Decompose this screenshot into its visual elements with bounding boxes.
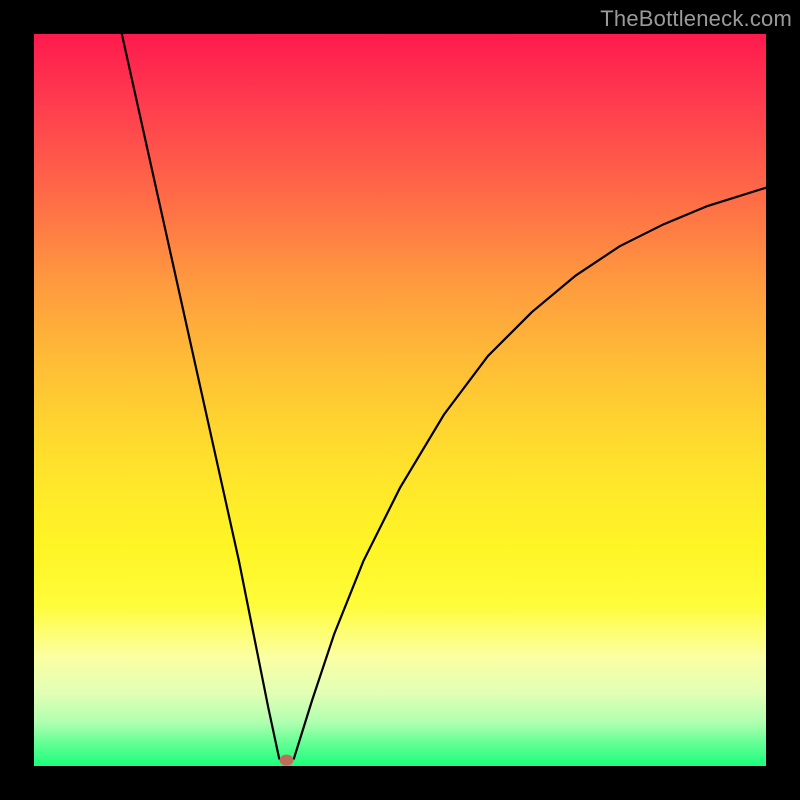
min-marker (280, 755, 294, 766)
curve-right-branch (294, 188, 766, 759)
plot-area (34, 34, 766, 766)
curve-left-branch (122, 34, 279, 759)
plot-svg (34, 34, 766, 766)
watermark-text: TheBottleneck.com (600, 6, 792, 32)
chart-frame: TheBottleneck.com (0, 0, 800, 800)
